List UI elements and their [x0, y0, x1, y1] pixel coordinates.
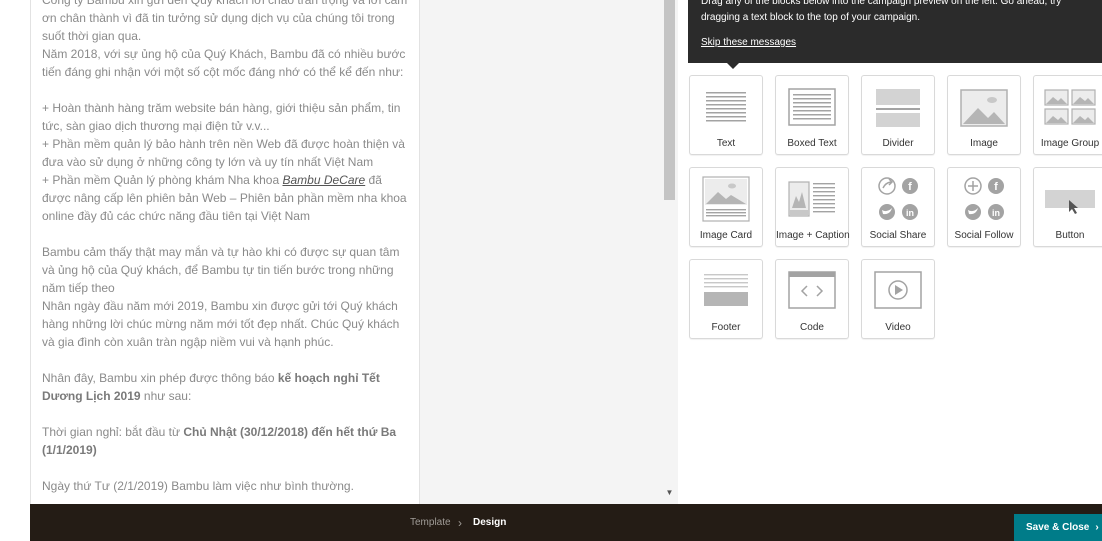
block-boxed-text[interactable]: Boxed Text [775, 75, 849, 155]
paragraph-lucky: Bambu cảm thấy thật may mắn và tự hào kh… [42, 245, 400, 295]
breadcrumb-template[interactable]: Template [410, 517, 451, 528]
block-label: Video [885, 322, 911, 333]
tip-text: Drag any of the blocks below into the ca… [701, 0, 1062, 23]
paragraph-time: Thời gian nghỉ: bắt đầu từ Chủ Nhật (30/… [42, 423, 409, 459]
block-footer[interactable]: Footer [689, 259, 763, 339]
block-label: Social Share [869, 230, 927, 241]
drag-tip: Drag any of the blocks below into the ca… [688, 0, 1102, 69]
block-label: Button [1055, 230, 1085, 241]
paragraph-2018: Năm 2018, với sự ủng hộ của Quý Khách, B… [42, 47, 406, 79]
block-image[interactable]: Image [947, 75, 1021, 155]
video-block-icon [874, 271, 922, 309]
block-label: Text [716, 138, 736, 149]
block-label: Divider [882, 138, 914, 149]
preview-scrollbar[interactable]: ▼ [662, 0, 677, 504]
paragraph-websites: + Hoàn thành hàng trăm website bán hàng,… [42, 101, 401, 133]
block-label: Boxed Text [787, 138, 837, 149]
text-block-icon [706, 92, 746, 122]
email-body[interactable]: Công ty Bambu xin gửi đến Quý khách lời … [30, 0, 420, 504]
paragraph-newyear: Nhân ngày đầu năm mới 2019, Bambu xin đư… [42, 299, 400, 349]
image-block-icon [960, 89, 1008, 127]
paragraph-resume: Ngày thứ Tư (2/1/2019) Bambu làm việc nh… [42, 479, 354, 493]
block-image-group[interactable]: Image Group [1033, 75, 1102, 155]
block-divider[interactable]: Divider [861, 75, 935, 155]
chevron-right-icon: › [1095, 522, 1099, 533]
decare-link[interactable]: Bambu DeCare [282, 173, 365, 187]
social-share-block-icon: f in [878, 177, 918, 220]
image-group-block-icon [1044, 89, 1096, 125]
block-social-follow[interactable]: f in Social Follow [947, 167, 1021, 247]
paragraph-warranty: + Phần mềm quản lý bảo hành trên nền Web… [42, 137, 405, 169]
svg-text:in: in [992, 208, 1000, 218]
block-label: Image Card [699, 230, 753, 241]
block-text[interactable]: Text [689, 75, 763, 155]
block-image-caption[interactable]: Image + Caption [775, 167, 850, 247]
social-follow-block-icon: f in [964, 177, 1004, 220]
footer-block-icon [704, 274, 748, 306]
code-block-icon [788, 271, 836, 309]
block-label: Image + Caption [776, 230, 850, 241]
scroll-down-icon[interactable]: ▼ [665, 488, 674, 497]
bottom-bar: Template › Design Save & Close › [30, 504, 1102, 541]
svg-text:in: in [906, 208, 914, 218]
paragraph-intro: Công ty Bambu xin gửi đến Quý khách lời … [42, 0, 408, 43]
email-text-block[interactable]: Công ty Bambu xin gửi đến Quý khách lời … [31, 0, 419, 495]
block-social-share[interactable]: f in Social Share [861, 167, 935, 247]
svg-text:f: f [994, 181, 998, 193]
block-button[interactable]: Button [1033, 167, 1102, 247]
block-label: Image [970, 138, 998, 149]
image-card-block-icon [702, 176, 750, 222]
paragraph-notice: Nhân đây, Bambu xin phép được thông báo … [42, 369, 409, 405]
divider-block-icon [876, 89, 920, 127]
block-image-card[interactable]: Image Card [689, 167, 763, 247]
left-gutter [0, 0, 30, 504]
save-close-button[interactable]: Save & Close › [1014, 514, 1102, 541]
scrollbar-thumb[interactable] [664, 0, 675, 200]
chevron-right-icon: › [458, 516, 462, 530]
save-close-label: Save & Close [1026, 522, 1090, 533]
block-code[interactable]: Code [775, 259, 849, 339]
time-prefix: Thời gian nghỉ: bắt đầu từ [42, 425, 184, 439]
block-label: Footer [711, 322, 741, 333]
breadcrumb-design: Design [473, 517, 507, 528]
notice-suffix: như sau: [140, 389, 192, 403]
block-video[interactable]: Video [861, 259, 935, 339]
block-label: Code [800, 322, 824, 333]
paragraph-decare: + Phần mềm Quản lý phòng khám Nha khoa B… [42, 171, 409, 225]
button-block-icon [1045, 190, 1095, 214]
tip-caret [727, 63, 739, 69]
skip-messages-link[interactable]: Skip these messages [701, 37, 796, 48]
content-blocks-panel: Drag any of the blocks below into the ca… [678, 0, 1102, 504]
campaign-preview[interactable]: Công ty Bambu xin gửi đến Quý khách lời … [30, 0, 678, 504]
image-caption-block-icon [788, 181, 835, 217]
boxed-text-block-icon [788, 88, 836, 126]
decare-prefix: + Phần mềm Quản lý phòng khám Nha khoa [42, 173, 283, 187]
notice-prefix: Nhân đây, Bambu xin phép được thông báo [42, 371, 278, 385]
campaign-editor: Công ty Bambu xin gửi đến Quý khách lời … [0, 0, 1102, 541]
svg-text:f: f [908, 181, 912, 193]
block-label: Image Group [1040, 138, 1100, 149]
block-label: Social Follow [954, 230, 1014, 241]
